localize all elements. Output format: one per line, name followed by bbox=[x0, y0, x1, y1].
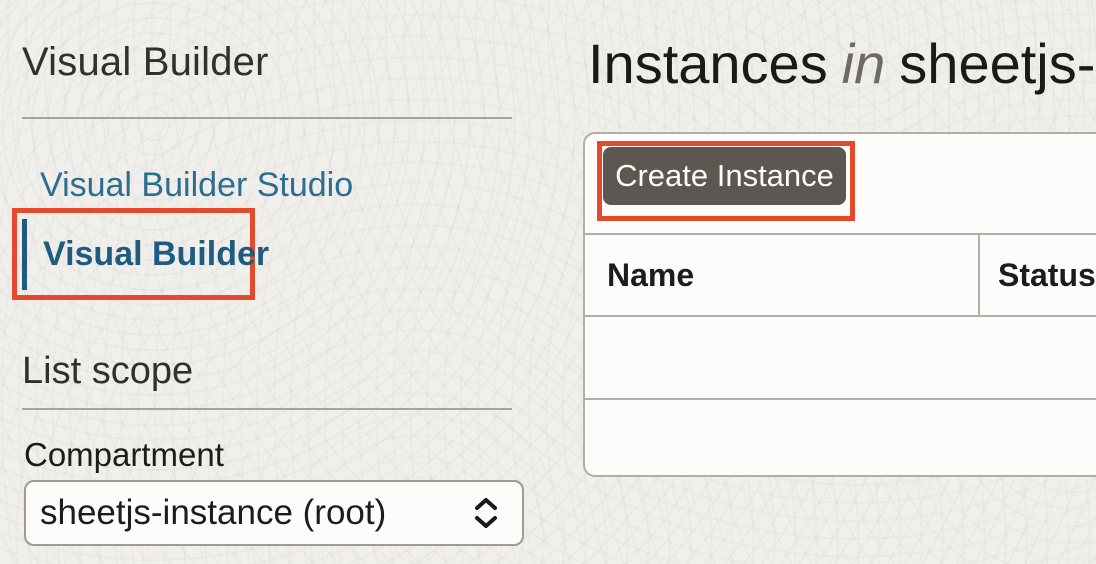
table-row bbox=[585, 317, 1096, 400]
column-header-status: Status bbox=[978, 235, 1096, 315]
page-background: Visual Builder Visual Builder Studio Vis… bbox=[0, 0, 1096, 564]
instances-toolbar: Create Instance bbox=[585, 134, 1096, 235]
column-header-name: Name bbox=[607, 256, 695, 293]
table-row bbox=[585, 400, 1096, 475]
page-title: Instances in sheetjs- bbox=[588, 33, 1095, 95]
instances-panel: Create Instance Name Status bbox=[583, 132, 1096, 477]
list-scope-title: List scope bbox=[22, 350, 194, 392]
sidebar-item-visual-builder-studio[interactable]: Visual Builder Studio bbox=[40, 168, 353, 202]
sidebar-title: Visual Builder bbox=[22, 40, 269, 84]
sidebar-item-visual-builder[interactable]: Visual Builder bbox=[22, 219, 269, 290]
compartment-select-value: sheetjs-instance (root) bbox=[40, 493, 387, 532]
create-instance-button[interactable]: Create Instance bbox=[603, 147, 846, 205]
table-header-row: Name Status bbox=[585, 235, 1096, 317]
annotation-highlight-create-button: Create Instance bbox=[597, 141, 855, 221]
compartment-select[interactable]: sheetjs-instance (root) bbox=[24, 480, 524, 546]
page-title-connector: in bbox=[841, 32, 886, 95]
page-title-scope: sheetjs- bbox=[899, 32, 1096, 95]
sidebar-divider bbox=[22, 117, 512, 119]
sidebar-item-label: Visual Builder bbox=[43, 235, 270, 273]
compartment-label: Compartment bbox=[24, 436, 224, 473]
list-scope-divider bbox=[22, 408, 512, 410]
page-title-prefix: Instances bbox=[588, 32, 828, 95]
annotation-highlight-sidebar: Visual Builder bbox=[12, 208, 269, 300]
chevrons-up-down-icon bbox=[475, 498, 497, 528]
